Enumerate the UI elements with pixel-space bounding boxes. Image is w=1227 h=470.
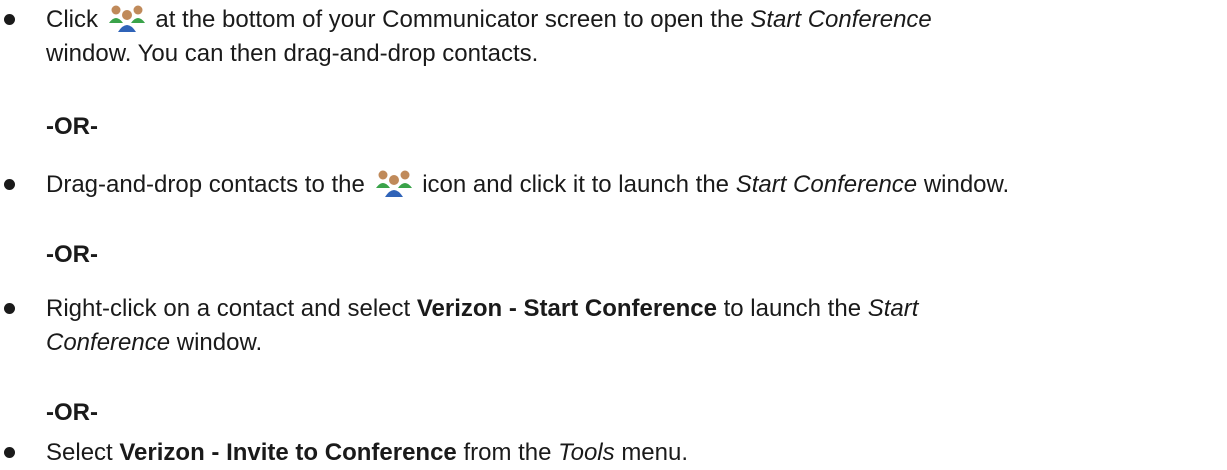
bullet-dot [4,179,15,190]
text-segment: Select [46,439,113,466]
bullet-dot [4,447,15,458]
text-segment: to launch the [723,295,862,322]
list-item-text: Click at the bottom of your Communicator… [46,3,1221,71]
window-name: Conference [46,329,171,356]
menu-command: Verizon - Invite to Conference [119,439,457,466]
text-segment: at the bottom of your Communicator scree… [155,6,744,33]
text-segment: window. [176,329,263,356]
text-segment: window. [923,171,1010,198]
bullet-dot [4,14,15,25]
text-segment: window. You can then drag-and-drop conta… [46,40,539,67]
menu-name: Tools [558,439,615,466]
window-name: Start Conference [735,171,918,198]
window-name: Start [867,295,919,322]
or-separator: -OR- [46,113,98,140]
list-item-text: Right-click on a contact and select Veri… [46,292,1221,360]
or-separator: -OR- [46,399,98,426]
text-segment: Drag-and-drop contacts to the [46,171,365,198]
text-segment: menu. [621,439,689,466]
instructions-document: Click at the bottom of your Communicator… [0,0,1227,470]
list-item-text: Select Verizon - Invite to Conference fr… [46,436,1221,470]
text-segment: from the [463,439,552,466]
window-name: Start Conference [750,6,932,33]
conference-people-icon[interactable] [108,3,146,33]
or-separator: -OR- [46,241,98,268]
text-segment: Right-click on a contact and select [46,295,411,322]
menu-command: Verizon - Start Conference [416,295,717,322]
text-segment: Click [46,6,98,33]
text-segment: icon and click it to launch the [422,171,730,198]
conference-people-icon[interactable] [375,168,413,198]
list-item-text: Drag-and-drop contacts to the icon and c… [46,168,1221,202]
bullet-dot [4,303,15,314]
